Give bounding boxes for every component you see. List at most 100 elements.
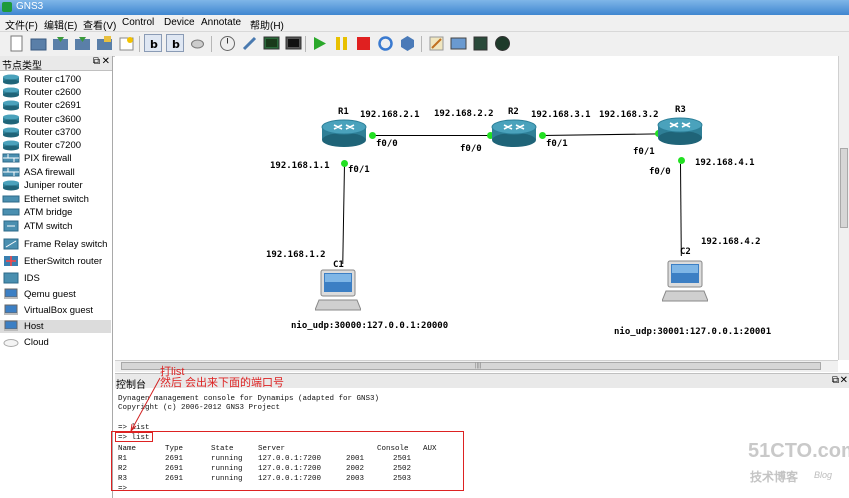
horizontal-scroll-thumb[interactable]: [121, 362, 821, 370]
menu-file[interactable]: 文件(F): [5, 17, 38, 32]
snapshot-icon[interactable]: [118, 35, 135, 52]
firewall-icon: [2, 166, 20, 178]
menu-edit[interactable]: 编辑(E): [44, 17, 77, 32]
node-type-router-c3600[interactable]: Router c3600: [0, 113, 111, 126]
cloud-icon: [2, 336, 20, 348]
node-type-label: VirtualBox guest: [24, 305, 94, 316]
reload-icon[interactable]: [377, 35, 394, 52]
iface-r3-f0-0: f0/0: [649, 167, 671, 177]
node-type-frame-relay-switch[interactable]: Frame Relay switch: [0, 238, 111, 251]
menu-control[interactable]: Control: [122, 17, 154, 28]
float-console-icon[interactable]: ⧉: [832, 375, 839, 386]
svg-text:b: b: [172, 38, 180, 51]
console-icon[interactable]: [263, 35, 280, 52]
iface-r2-f0-1: f0/1: [546, 139, 568, 149]
iface-r1-f0-0: f0/0: [376, 139, 398, 149]
annotation-box-output: [111, 431, 464, 491]
save-project-icon[interactable]: [52, 35, 69, 52]
router-icon: [657, 117, 703, 145]
timer-icon[interactable]: [219, 35, 236, 52]
port-r2-f0-1: [539, 132, 546, 139]
node-type-label: Router c1700: [24, 74, 82, 85]
ip-192-168-2-2: 192.168.2.2: [434, 109, 494, 119]
node-type-qemu-guest[interactable]: Qemu guest: [0, 288, 111, 301]
node-type-router-c2691[interactable]: Router c2691: [0, 99, 111, 112]
start-icon[interactable]: [311, 35, 328, 52]
node-type-label: Router c3600: [24, 114, 82, 125]
router-r2[interactable]: [490, 118, 538, 148]
menu-view[interactable]: 查看(V): [83, 17, 116, 32]
node-type-router-c1700[interactable]: Router c1700: [0, 73, 111, 86]
node-type-ethernet-switch[interactable]: Ethernet switch: [0, 193, 111, 206]
virtualbox-icon[interactable]: [399, 35, 416, 52]
node-type-label: ASA firewall: [24, 167, 75, 178]
router-r1-label: R1: [338, 107, 349, 117]
host-c1[interactable]: [315, 268, 361, 312]
node-type-etherswitch-router[interactable]: EtherSwitch router: [0, 255, 111, 268]
node-type-juniper-router[interactable]: Juniper router: [0, 179, 111, 192]
menu-annotate[interactable]: Annotate: [201, 17, 241, 28]
node-type-label: Router c3700: [24, 127, 82, 138]
node-type-router-c3700[interactable]: Router c3700: [0, 126, 111, 139]
stop-icon[interactable]: [355, 35, 372, 52]
link-r3-c2[interactable]: [680, 164, 682, 257]
node-type-cloud[interactable]: Cloud: [0, 336, 111, 349]
draw-rectangle-icon[interactable]: [472, 35, 489, 52]
node-type-label: Frame Relay switch: [24, 239, 108, 250]
node-type-host[interactable]: Host: [0, 320, 111, 333]
node-type-router-c2600[interactable]: Router c2600: [0, 86, 111, 99]
host-c1-label: C1: [333, 260, 344, 270]
open-project-icon[interactable]: [30, 35, 47, 52]
scroll-grip-icon: ||||: [475, 363, 482, 369]
port-r1-f0-0: [369, 132, 376, 139]
node-type-pix-firewall[interactable]: PIX firewall: [0, 152, 111, 165]
save-as-icon[interactable]: [74, 35, 91, 52]
node-type-atm-bridge[interactable]: ATM bridge: [0, 206, 111, 219]
host-c2[interactable]: [662, 259, 708, 303]
float-panel-icon[interactable]: ⧉: [93, 56, 100, 67]
open-folder-icon[interactable]: [96, 35, 113, 52]
port-r1-f0-1: [341, 160, 348, 167]
node-type-label: Juniper router: [24, 180, 83, 191]
router-r1[interactable]: [320, 118, 368, 148]
router-icon: [2, 99, 20, 111]
port-r3-f0-0: [678, 157, 685, 164]
close-console-icon[interactable]: ✕: [840, 375, 848, 386]
iface-r1-f0-1: f0/1: [348, 165, 370, 175]
draw-ellipse-icon[interactable]: [494, 35, 511, 52]
add-link-icon[interactable]: [189, 35, 206, 52]
topology-canvas[interactable]: R1 R2 R3 C1 C2 192.168.2.1 192.168.2.2 1…: [115, 56, 849, 360]
telnet-all-icon[interactable]: [241, 35, 258, 52]
console-all-icon[interactable]: [285, 35, 302, 52]
watermark-logo: 51CTO.com 技术博客 Blog: [748, 440, 849, 490]
vertical-scroll-thumb[interactable]: [840, 148, 848, 228]
menu-device[interactable]: Device: [164, 17, 195, 28]
node-type-router-c7200[interactable]: Router c7200: [0, 139, 111, 152]
node-types-title: 节点类型: [2, 61, 42, 72]
router-r2-label: R2: [508, 107, 519, 117]
router-icon: [2, 86, 20, 98]
console-title: 控制台: [116, 380, 146, 391]
node-type-label: ATM switch: [24, 221, 73, 232]
insert-picture-icon[interactable]: [450, 35, 467, 52]
watermark-blog: Blog: [814, 470, 833, 480]
ip-192-168-4-1: 192.168.4.1: [695, 158, 755, 168]
node-type-ids[interactable]: IDS: [0, 272, 111, 285]
router-r3[interactable]: [656, 116, 704, 146]
menu-help[interactable]: 帮助(H): [250, 17, 284, 32]
node-type-atm-switch[interactable]: ATM switch: [0, 220, 111, 233]
frame-relay-switch-icon: [2, 238, 20, 250]
canvas-horizontal-scrollbar[interactable]: ||||: [115, 360, 838, 372]
link-r1-c1[interactable]: [342, 163, 345, 264]
canvas-vertical-scrollbar[interactable]: [838, 56, 849, 360]
show-hostnames-icon[interactable]: b: [144, 34, 162, 52]
add-note-icon[interactable]: [428, 35, 445, 52]
node-type-asa-firewall[interactable]: ASA firewall: [0, 166, 111, 179]
suspend-icon[interactable]: [333, 35, 350, 52]
link-r1-r2[interactable]: [372, 135, 490, 136]
close-panel-icon[interactable]: ✕: [102, 56, 110, 67]
qemu-guest-icon: [2, 288, 20, 300]
new-project-icon[interactable]: [8, 35, 25, 52]
show-interface-labels-icon[interactable]: b: [166, 34, 184, 52]
node-type-virtualbox-guest[interactable]: VirtualBox guest: [0, 304, 111, 317]
